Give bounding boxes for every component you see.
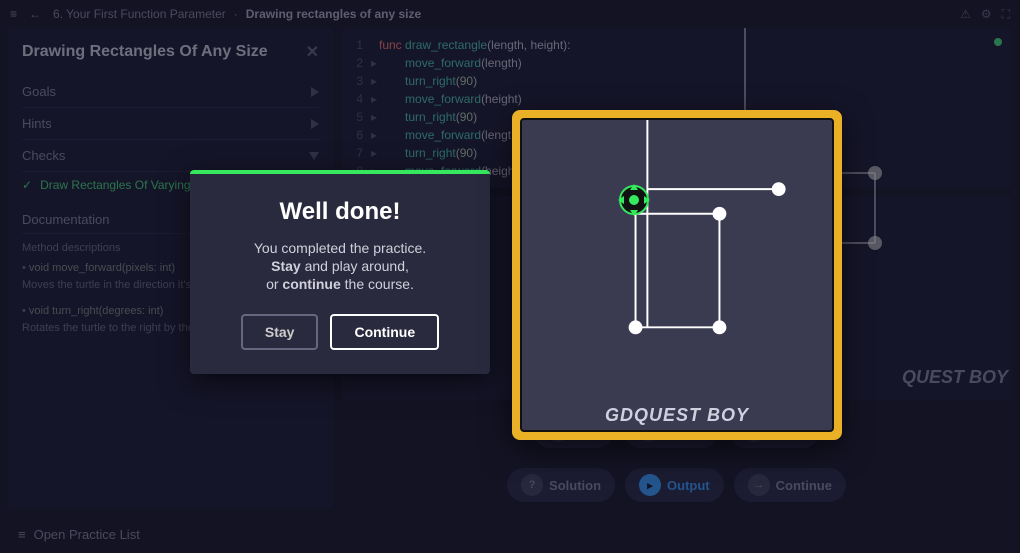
output-label: GDQUEST BOY xyxy=(522,405,832,426)
modal-continue-button[interactable]: Continue xyxy=(330,314,439,350)
modal-line1: You completed the practice. xyxy=(214,240,466,256)
modal-title: Well done! xyxy=(214,198,466,226)
modal-line2: Stay and play around, xyxy=(214,258,466,274)
modal-backdrop xyxy=(0,0,1020,553)
turtle-sprite xyxy=(614,180,654,220)
completion-modal: Well done! You completed the practice. S… xyxy=(190,170,490,374)
stay-button[interactable]: Stay xyxy=(241,314,319,350)
output-canvas: GDQUEST BOY xyxy=(520,118,834,432)
output-window[interactable]: GDQUEST BOY xyxy=(512,110,842,440)
modal-line3: or continue the course. xyxy=(214,276,466,292)
